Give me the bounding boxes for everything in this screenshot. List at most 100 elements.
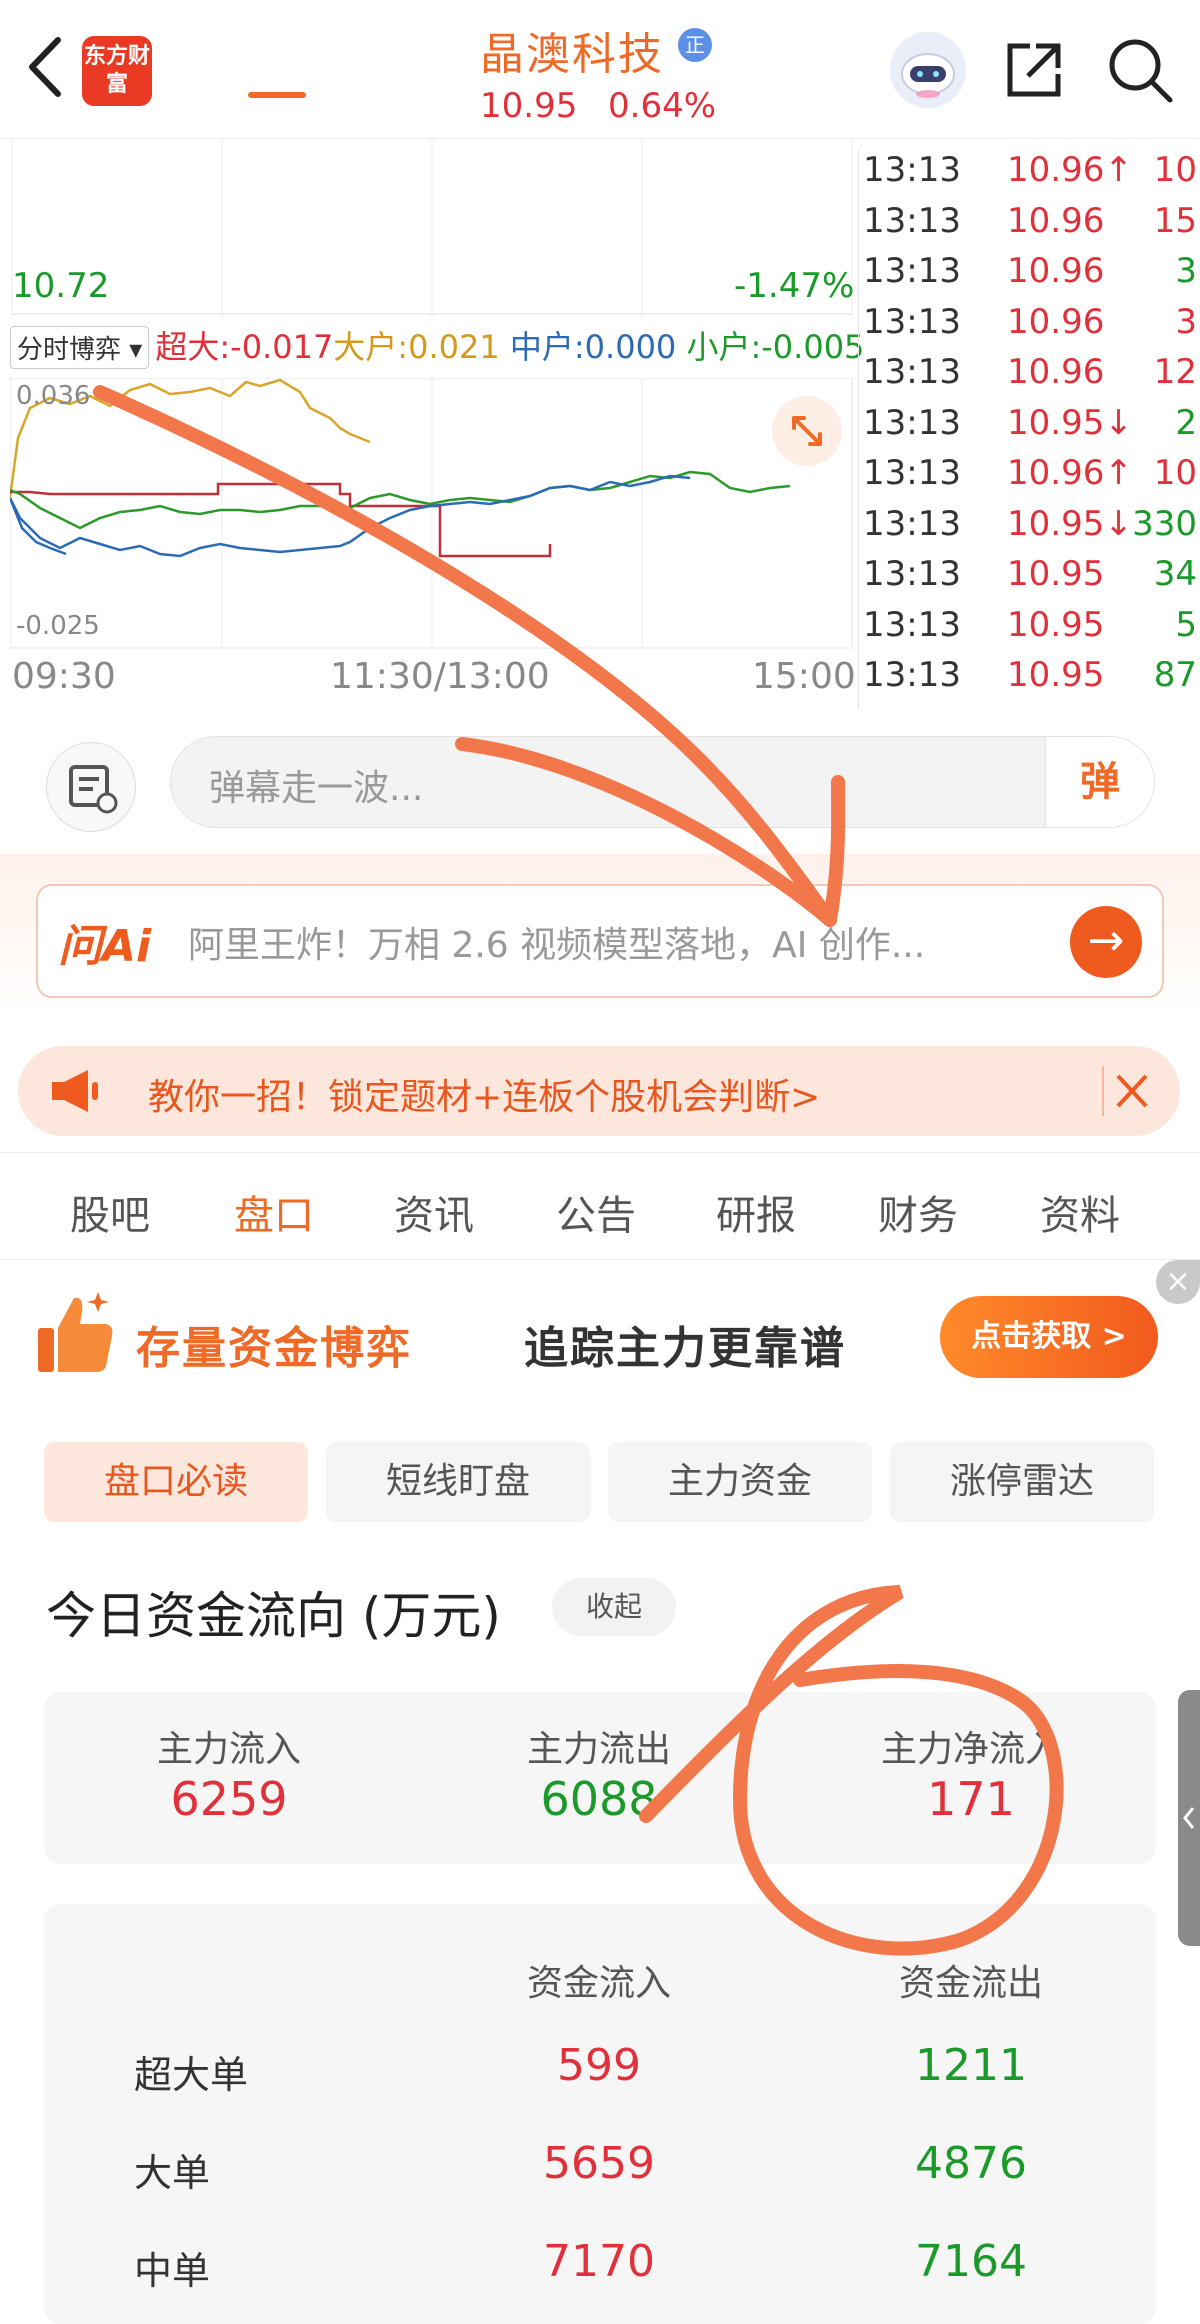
search-icon[interactable]	[1104, 34, 1176, 106]
close-icon[interactable]	[1102, 1066, 1154, 1116]
tick-price: 10.95	[1007, 655, 1105, 695]
large-inflow: 5659	[543, 2138, 655, 2189]
tick-volume: 3	[1175, 251, 1197, 291]
sub-tab-3[interactable]: 涨停雷达	[890, 1442, 1154, 1522]
tick-row: 13:13 10.95↓ 2	[859, 403, 1200, 453]
ask-ai-go-button[interactable]: →	[1070, 906, 1142, 978]
tick-volume: 10	[1153, 150, 1197, 190]
tick-time: 13:13	[863, 503, 961, 544]
tab-6[interactable]: 资料	[1040, 1183, 1120, 1241]
capital-flow-chart[interactable]: 0.036 -0.025	[8, 377, 855, 650]
tick-list[interactable]: 13:13 10.96↑ 10 13:13 10.96 15 13:13 10.96 3 13:1…	[858, 150, 1200, 710]
tick-price: 10.95↓	[1007, 402, 1133, 443]
note-settings-icon[interactable]	[46, 742, 136, 832]
tick-volume: 34	[1153, 554, 1197, 594]
tick-volume: 3	[1175, 301, 1197, 342]
expand-icon[interactable]	[772, 396, 842, 466]
sub-tab-2[interactable]: 主力资金	[608, 1442, 872, 1522]
flow-super-label: 超大:	[155, 328, 231, 366]
ad-close-icon[interactable]: ×	[1156, 1260, 1200, 1304]
flow-detail-table: 资金流入 资金流出 超大单 599 1211 大单 5659 4876 中单 7…	[44, 1904, 1156, 2324]
tab-5[interactable]: 财务	[878, 1183, 958, 1241]
large-outflow: 4876	[915, 2138, 1027, 2189]
tick-time: 13:13	[863, 150, 961, 190]
time-axis-mid: 11:30/13:00	[330, 656, 550, 697]
tick-row: 13:13 10.96 3	[859, 251, 1200, 301]
chart-low-percent: -1.47%	[734, 266, 855, 306]
inflow-column-header: 资金流入	[526, 1963, 671, 2004]
tick-price: 10.96	[1007, 301, 1105, 342]
tab-3[interactable]: 公告	[556, 1183, 636, 1241]
collapse-button[interactable]: 收起	[552, 1578, 676, 1636]
danmaku-send-button[interactable]: 弹	[1045, 737, 1154, 827]
tick-volume: 2	[1175, 402, 1197, 443]
flow-medium-value: 0.000	[584, 328, 677, 366]
tick-volume: 87	[1153, 655, 1197, 695]
back-icon[interactable]	[18, 32, 78, 102]
tick-row: 13:13 10.95↓ 330	[859, 504, 1200, 554]
app-logo: 东方财富	[82, 36, 152, 106]
tick-row: 13:13 10.95 34	[859, 554, 1200, 604]
tab-4[interactable]: 研报	[716, 1183, 796, 1241]
medium-outflow: 7164	[915, 2236, 1027, 2287]
flow-medium-label: 中户:	[509, 328, 585, 366]
tick-price: 10.96	[1007, 200, 1105, 241]
row-label-super-large: 超大单	[134, 2053, 249, 2097]
flow-large-value: 0.021	[408, 328, 500, 366]
tab-0[interactable]: 股吧	[70, 1183, 150, 1241]
danmaku-input[interactable]: 弹幕走一波... 弹	[170, 736, 1155, 828]
flow-mode-select[interactable]: 分时博弈 ▾	[10, 326, 150, 369]
tick-row: 13:13 10.96 3	[859, 302, 1200, 352]
active-tab-indicator	[248, 92, 306, 98]
promo-text: 教你一招！锁定题材+连板个股机会判断>	[148, 1077, 821, 1118]
ai-assistant-icon[interactable]	[890, 32, 966, 108]
tick-row: 13:13 10.95 87	[859, 655, 1200, 705]
main-inflow-value: 6259	[170, 1772, 288, 1826]
megaphone-icon	[46, 1068, 106, 1114]
ad-banner[interactable]: 存量资金博弈 追踪主力更靠谱 点击获取 > ×	[0, 1260, 1200, 1420]
tick-row: 13:13 10.96↑ 10	[859, 453, 1200, 503]
main-outflow-value: 6088	[540, 1772, 658, 1826]
ad-cta-button[interactable]: 点击获取 >	[940, 1296, 1158, 1378]
tick-row: 13:13 10.96↑ 10	[859, 150, 1200, 200]
promo-banner[interactable]: 教你一招！锁定题材+连板个股机会判断>	[18, 1046, 1180, 1136]
side-drawer-handle[interactable]	[1178, 1690, 1200, 1946]
share-icon[interactable]	[1000, 36, 1068, 104]
tab-2[interactable]: 资讯	[394, 1183, 474, 1241]
thumbs-up-icon	[34, 1288, 120, 1378]
tick-time: 13:13	[863, 604, 961, 645]
flow-mode-label: 分时博弈	[17, 335, 122, 365]
main-net-inflow-value: 171	[927, 1772, 1015, 1826]
ask-ai-bar[interactable]: 问Ai 阿里王炸！万相 2.6 视频模型落地，AI 创作... →	[36, 884, 1164, 998]
ask-ai-prompt: 阿里王炸！万相 2.6 视频模型落地，AI 创作...	[188, 925, 926, 966]
main-outflow-label: 主力流出	[526, 1729, 671, 1770]
tick-time: 13:13	[863, 402, 961, 443]
tick-volume: 15	[1153, 200, 1197, 241]
tick-time: 13:13	[863, 554, 961, 594]
tick-volume: 12	[1153, 352, 1197, 392]
time-axis-end: 15:00	[752, 656, 856, 697]
sub-tab-1[interactable]: 短线盯盘	[326, 1442, 590, 1522]
tick-price: 10.95↓	[1007, 503, 1133, 544]
sub-tab-0[interactable]: 盘口必读	[44, 1442, 308, 1522]
tick-time: 13:13	[863, 200, 961, 241]
price-chart[interactable]	[0, 138, 855, 318]
super-large-outflow: 1211	[915, 2040, 1027, 2091]
tick-price: 10.95	[1007, 554, 1105, 594]
ask-ai-logo: 问Ai	[58, 921, 152, 972]
main-flow-summary: 主力流入 6259 主力流出 6088 主力净流入 171	[44, 1692, 1156, 1864]
tab-1[interactable]: 盘口	[234, 1183, 314, 1241]
tick-time: 13:13	[863, 352, 961, 392]
flow-large-label: 大户:	[333, 328, 409, 366]
row-label-large: 大单	[134, 2151, 211, 2195]
chart-ymin-label: -0.025	[16, 611, 100, 641]
tick-price: 10.96	[1007, 251, 1105, 291]
tick-price: 10.96↑	[1007, 150, 1133, 190]
tick-time: 13:13	[863, 453, 961, 493]
tick-time: 13:13	[863, 655, 961, 695]
status-badge: 正	[678, 28, 712, 62]
tick-row: 13:13 10.95 5	[859, 605, 1200, 655]
flow-super-value: -0.017	[230, 328, 334, 366]
change-percent: 0.64%	[608, 86, 717, 126]
capital-flow-legend: 分时博弈 ▾ 超大:-0.017大户:0.021 中户:0.000 小户:-0.0…	[10, 322, 864, 372]
